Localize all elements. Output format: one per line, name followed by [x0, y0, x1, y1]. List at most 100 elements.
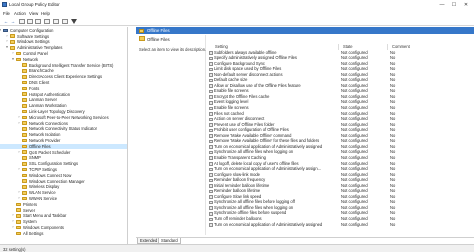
policy-setting-icon — [209, 123, 213, 127]
folder-icon — [16, 202, 21, 207]
tree-item-label: Lanman Server — [29, 97, 57, 103]
setting-state: Not configured — [341, 154, 368, 160]
tree-item-label: Network Connectivity Status Indicator — [29, 126, 98, 132]
folder-icon — [16, 208, 21, 213]
tree-item-label: SSL Configuration Settings — [29, 161, 79, 167]
policy-setting-icon — [209, 211, 213, 216]
tree-expander-icon[interactable]: › — [17, 167, 21, 172]
status-text: 32 setting(s) — [3, 246, 26, 252]
setting-comment: No — [390, 221, 396, 227]
filter-icon[interactable] — [71, 19, 77, 24]
menu-help[interactable]: Help — [41, 11, 50, 16]
description-pane: Offline Files Select an item to view its… — [136, 35, 206, 235]
menu-bar: File Action View Help — [0, 10, 474, 17]
gpedit-app-icon — [2, 2, 7, 7]
tree-item[interactable]: All Settings — [0, 230, 127, 237]
detail-pane: Offline Files Offline Files Select an it… — [129, 27, 474, 244]
help-icon[interactable] — [44, 18, 50, 24]
policy-setting-icon — [209, 67, 213, 72]
tree-item-label: Hotspot Authentication — [29, 91, 70, 97]
tree-expander-icon[interactable]: › — [5, 34, 9, 39]
description-title: Offline Files — [147, 37, 170, 42]
tree-item-label: Network Provider — [29, 138, 61, 144]
tree-item-label: Offline Files — [29, 143, 51, 149]
policy-setting-icon — [209, 162, 213, 166]
policy-setting-icon — [209, 51, 213, 55]
tree-expander-icon[interactable]: › — [5, 39, 9, 44]
computer-icon — [3, 28, 8, 33]
folder-icon — [10, 45, 15, 50]
folder-icon — [22, 69, 27, 73]
policy-setting-icon — [209, 223, 213, 227]
folder-icon — [22, 190, 27, 195]
menu-view[interactable]: View — [29, 11, 38, 16]
folder-icon — [22, 156, 27, 160]
folder-icon — [22, 74, 27, 79]
policy-setting-icon — [209, 95, 213, 99]
folder-icon — [16, 231, 21, 236]
status-bar: 32 setting(s) — [0, 244, 474, 252]
detail-header: Offline Files — [136, 27, 474, 34]
tree-item-label: Network Connections — [29, 120, 68, 126]
folder-icon — [16, 219, 21, 224]
toolbar: ← → — [0, 17, 474, 26]
policy-setting-icon — [209, 150, 213, 155]
tree-expander-icon[interactable]: ▾ — [0, 28, 2, 33]
folder-icon — [10, 40, 15, 44]
policy-setting-icon — [209, 78, 213, 83]
tree-item-label: Software Settings — [17, 33, 50, 39]
tree-item-label: WWAN Service — [29, 196, 58, 202]
menu-file[interactable]: File — [3, 11, 10, 16]
tree-item-label: Windows Connect Now — [29, 172, 72, 178]
tree-expander-icon[interactable]: › — [11, 219, 15, 224]
up-folder-icon[interactable] — [19, 18, 25, 24]
detail-header-title: Offline Files — [147, 28, 170, 34]
tree-expander-icon[interactable]: › — [11, 213, 15, 218]
folder-icon — [22, 179, 27, 184]
policy-setting-icon — [209, 112, 213, 116]
properties-icon[interactable] — [53, 18, 59, 24]
folder-icon — [22, 173, 27, 178]
tree-item-label: Administrative Templates — [17, 45, 63, 51]
folder-icon — [10, 34, 15, 39]
policy-setting-icon — [209, 145, 213, 149]
folder-icon — [139, 36, 145, 41]
tree-expander-icon[interactable]: › — [17, 121, 21, 126]
policy-setting-icon — [209, 217, 213, 222]
tree-expander-icon[interactable]: › — [17, 115, 21, 120]
tree-item-label: Windows Connection Manager — [29, 178, 85, 184]
tree-item-label: Microsoft Peer-to-Peer Networking Servic… — [29, 114, 109, 120]
back-arrow-icon[interactable]: ← — [3, 19, 9, 25]
tree-item-label: Printers — [23, 201, 38, 207]
policy-setting-icon — [209, 117, 213, 122]
policy-setting-icon — [209, 89, 213, 94]
policy-tree-pane[interactable]: ▾Computer Configuration›Software Setting… — [0, 27, 128, 244]
tree-item-label: Background Intelligent Transfer Service … — [29, 62, 114, 68]
settings-list[interactable]: Subfolders always available offline Not c… — [207, 50, 474, 236]
tree-expander-icon[interactable]: › — [17, 196, 21, 201]
tree-expander-icon[interactable]: ▾ — [5, 45, 9, 50]
setting-name: Turn on economical application of Admini… — [214, 221, 323, 227]
tree-expander-icon[interactable]: › — [17, 190, 21, 195]
folder-icon — [22, 196, 27, 201]
tree-expander-icon[interactable]: › — [17, 150, 21, 155]
maximize-button[interactable]: ☐ — [448, 0, 460, 10]
export-list-icon[interactable] — [35, 18, 41, 24]
tree-item-label: Network — [23, 56, 39, 62]
menu-action[interactable]: Action — [14, 11, 26, 16]
tree-expander-icon[interactable]: › — [11, 51, 15, 56]
tree-item-label: BranchCache — [29, 68, 54, 74]
tree-item-label: WLAN Service — [29, 190, 56, 196]
tree-item-label: All Settings — [23, 230, 44, 236]
close-button[interactable]: ✕ — [460, 0, 472, 10]
folder-icon — [22, 138, 27, 143]
tree-expander-icon[interactable]: ▾ — [11, 57, 15, 62]
folder-icon — [22, 121, 27, 126]
show-hide-tree-icon[interactable] — [27, 18, 33, 24]
folder-icon — [16, 57, 21, 62]
table-row[interactable]: Turn on economical application of Admini… — [207, 222, 474, 228]
refresh-icon[interactable] — [62, 18, 68, 24]
forward-arrow-icon[interactable]: → — [10, 19, 16, 25]
tree-expander-icon[interactable]: › — [11, 225, 15, 230]
minimize-button[interactable]: — — [436, 0, 448, 10]
